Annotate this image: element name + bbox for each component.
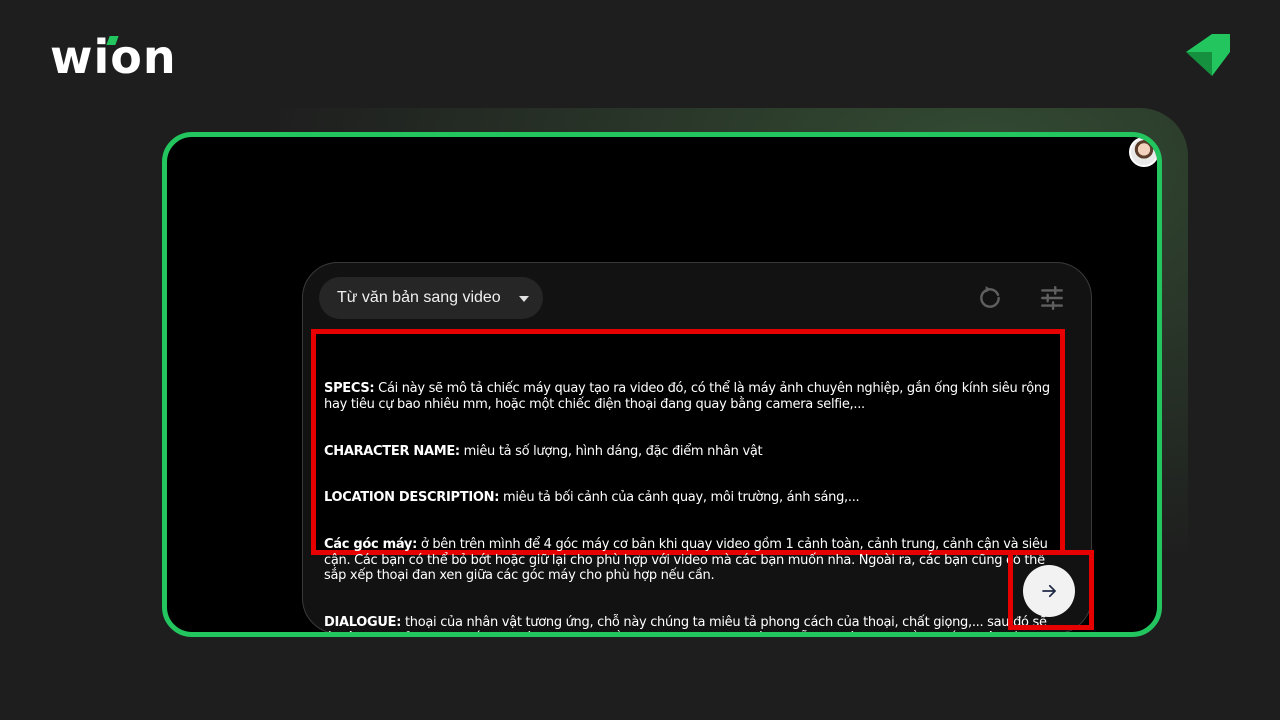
send-button[interactable]: [1023, 565, 1075, 617]
chevron-down-icon: [519, 296, 529, 302]
user-avatar[interactable]: [1129, 137, 1157, 167]
prompt-composer: Từ văn bản sang video SPECS: Cái này sẽ …: [302, 262, 1094, 632]
prompt-line-specs: SPECS: Cái này sẽ mô tả chiếc máy quay t…: [324, 381, 1052, 412]
prompt-key: SPECS:: [324, 381, 375, 397]
mode-dropdown-label: Từ văn bản sang video: [337, 289, 501, 306]
app-window: Từ văn bản sang video SPECS: Cái này sẽ …: [162, 132, 1162, 637]
mode-dropdown[interactable]: Từ văn bản sang video: [319, 277, 543, 319]
prompt-key: CHARACTER NAME:: [324, 443, 460, 459]
prompt-key: DIALOGUE:: [324, 615, 402, 631]
prompt-line-location: LOCATION DESCRIPTION: miêu tả bối cảnh c…: [324, 490, 1052, 506]
prompt-value: miêu tả số lượng, hình dáng, đặc điểm nh…: [459, 443, 763, 459]
prompt-key: Các góc máy:: [324, 537, 418, 553]
prompt-value: ở bên trên mình để 4 góc máy cơ bản khi …: [324, 537, 1052, 584]
arrow-right-icon: [1042, 584, 1056, 598]
prompt-value: Cái này sẽ mô tả chiếc máy quay tạo ra v…: [324, 381, 1054, 412]
slide: wion Từ văn bản sang video SPECS: Cái nà…: [0, 0, 1280, 720]
prompt-value: thoại của nhân vật tương ứng, chỗ này ch…: [324, 615, 1047, 632]
prompt-value: miêu tả bối cảnh của cảnh quay, môi trườ…: [499, 490, 860, 506]
refresh-icon[interactable]: [977, 285, 1003, 311]
prompt-key: LOCATION DESCRIPTION:: [324, 490, 500, 506]
brand-arrow-icon: [1186, 34, 1230, 76]
wion-logo: wion: [50, 30, 177, 84]
prompt-textarea[interactable]: SPECS: Cái này sẽ mô tả chiếc máy quay t…: [311, 329, 1065, 632]
prompt-content: SPECS: Cái này sẽ mô tả chiếc máy quay t…: [324, 350, 1052, 632]
tune-icon[interactable]: [1039, 285, 1065, 311]
prompt-line-character: CHARACTER NAME: miêu tả số lượng, hình d…: [324, 444, 1052, 460]
prompt-line-dialogue: DIALOGUE: thoại của nhân vật tương ứng, …: [324, 615, 1052, 632]
prompt-line-angles: Các góc máy: ở bên trên mình để 4 góc má…: [324, 537, 1052, 584]
